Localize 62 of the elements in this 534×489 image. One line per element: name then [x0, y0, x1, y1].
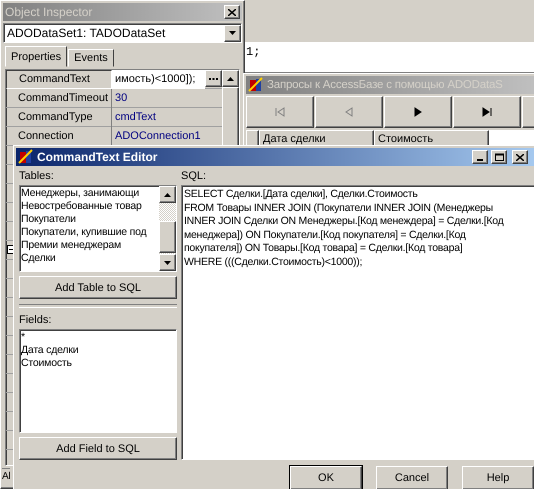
tables-list[interactable]: Менеджеры, занимающи Невостребованные товар Покупатели Покупатели, купившие под Премии менеджерам Сделки — [19, 185, 177, 272]
dialog-button[interactable]: OK — [290, 466, 362, 489]
field-item[interactable]: * — [21, 331, 25, 344]
sql-label: SQL: — [181, 170, 208, 184]
tables-label: Tables: — [19, 170, 55, 184]
dialog-button[interactable]: Cancel — [376, 466, 448, 489]
maximize-icon — [494, 153, 504, 161]
property-name[interactable]: CommandType — [6, 108, 112, 127]
scroll-down-button[interactable] — [159, 254, 176, 271]
scroll-up-button[interactable] — [222, 70, 239, 87]
dropdown-button[interactable] — [224, 24, 241, 42]
property-name[interactable]: CommandText — [6, 70, 112, 89]
dialog-button[interactable]: Help — [462, 466, 534, 489]
fields-list[interactable]: * Дата сделки Стоимость — [19, 329, 177, 433]
close-button[interactable] — [224, 5, 240, 19]
add-table-button[interactable]: Add Table to SQL — [19, 276, 177, 299]
property-value[interactable]: 30 — [112, 89, 222, 108]
tab[interactable]: Properties — [5, 46, 68, 67]
scrollbar[interactable] — [159, 186, 176, 271]
table-item[interactable]: Невостребованные товар — [21, 200, 142, 213]
minimize-button[interactable] — [472, 150, 488, 164]
code-editor[interactable]: 1; — [245, 42, 534, 73]
up-arrow-icon — [227, 76, 234, 80]
app-icon — [18, 149, 34, 165]
component-name: ADODataSet1: TADODataSet — [6, 26, 166, 40]
app-icon — [248, 77, 264, 93]
table-item[interactable]: Менеджеры, занимающи — [21, 187, 140, 200]
ellipsis-button[interactable] — [205, 70, 222, 87]
add-field-button[interactable]: Add Field to SQL — [19, 437, 177, 460]
property-value[interactable]: ADOConnection1 — [112, 127, 222, 146]
property-value[interactable]: cmdText — [112, 108, 222, 127]
down-arrow-icon — [164, 260, 171, 264]
table-item[interactable]: Покупатели — [21, 213, 76, 226]
last-record-icon — [482, 107, 492, 117]
scroll-thumb[interactable] — [159, 221, 176, 253]
property-name[interactable]: CommandTimeout — [6, 89, 112, 108]
field-item[interactable]: Стоимость — [21, 357, 72, 370]
component-selector[interactable]: ADODataSet1: TADODataSet — [3, 23, 242, 43]
window-title: CommandText Editor — [37, 150, 158, 164]
field-item[interactable]: Дата сделки — [21, 344, 78, 357]
window-title: Object Inspector — [5, 5, 94, 19]
navigator-button[interactable] — [453, 96, 521, 128]
scroll-up-button[interactable] — [159, 186, 176, 203]
table-item[interactable]: Покупатели, купившие под — [21, 226, 146, 239]
up-arrow-icon — [164, 192, 171, 196]
maximize-button[interactable] — [491, 150, 507, 164]
dropdown-arrow-icon — [229, 31, 236, 35]
tab[interactable]: Events — [68, 49, 114, 67]
prior-record-icon — [345, 107, 353, 117]
next-record-icon — [414, 107, 422, 117]
close-button[interactable] — [512, 150, 528, 164]
close-icon — [228, 8, 236, 16]
first-record-icon — [275, 107, 285, 117]
navigator-button[interactable] — [384, 96, 452, 128]
property-value[interactable]: имость)<1000]); — [112, 70, 205, 89]
fields-label: Fields: — [19, 314, 52, 328]
sql-editor[interactable]: SELECT Сделки.[Дата сделки], Сделки.Стоимость FROM Товары INNER JOIN (Покупатели INNER JOIN (Менеджеры INNER JOIN Сделки ON Менеджеры.[Код менеждера] = Сделки.[Код менеджера]) ON Покупатели.[Код покупателя] = Сделки.[Код покупателя]) ON Товары.[Код товара] = Сделки.[Код товара] WHERE (((Сделки.Стоимость)<1000)); — [181, 185, 534, 460]
table-item[interactable]: Премии менеджерам — [21, 239, 122, 252]
table-item[interactable]: Сделки — [21, 252, 56, 265]
code-line: 1; — [245, 45, 260, 59]
close-icon — [516, 154, 524, 160]
status-text: Al — [2, 468, 10, 486]
